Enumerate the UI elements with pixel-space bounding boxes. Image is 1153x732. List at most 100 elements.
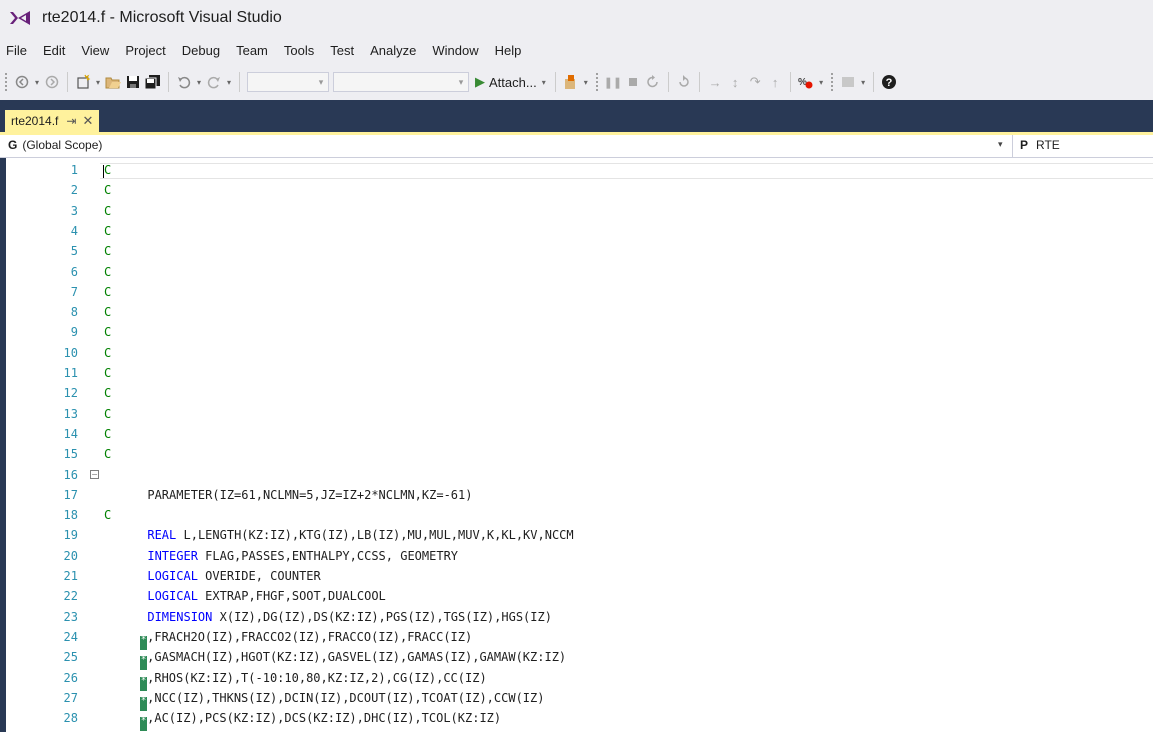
code-line[interactable]: 25 *,GASMACH(IZ),HGOT(KZ:IZ),GASVEL(IZ),… <box>0 648 1153 671</box>
toolbar-separator <box>668 72 670 92</box>
code-line[interactable]: 15 C <box>0 445 1153 465</box>
open-file-icon[interactable] <box>104 71 122 93</box>
line-code: C <box>104 163 111 177</box>
code-line[interactable]: 4C <box>0 222 1153 242</box>
code-line[interactable]: 17 PARAMETER(IZ=61,NCLMN=5,JZ=IZ+2*NCLMN… <box>0 486 1153 506</box>
code-line[interactable]: 1C <box>0 161 1153 181</box>
code-text: ,FRACH2O(IZ),FRACCO2(IZ),FRACCO(IZ),FRAC… <box>147 629 473 644</box>
menu-edit[interactable]: Edit <box>35 43 73 58</box>
collapse-region-icon[interactable]: − <box>90 469 99 479</box>
line-number: 15 <box>63 447 78 462</box>
menu-window[interactable]: Window <box>424 43 486 58</box>
menu-tools[interactable]: Tools <box>276 43 322 58</box>
new-project-icon[interactable] <box>74 71 92 93</box>
dropdown-arrow-icon[interactable]: ▾ <box>225 71 233 93</box>
code-line[interactable]: 21 LOGICAL OVERIDE, COUNTER <box>0 567 1153 587</box>
dropdown-arrow-icon[interactable]: ▾ <box>859 71 867 93</box>
line-code: *,FRACH2O(IZ),FRACCO2(IZ),FRACCO(IZ),FRA… <box>104 630 472 650</box>
find-in-files-icon[interactable] <box>562 71 580 93</box>
line-code: LOGICAL OVERIDE, COUNTER <box>104 569 320 583</box>
toolbar-grip[interactable] <box>4 72 8 92</box>
save-icon[interactable] <box>124 71 142 93</box>
keyword-text: DIMENSION <box>147 609 213 624</box>
help-icon[interactable]: ? <box>880 71 898 93</box>
dropdown-arrow-icon[interactable]: ▾ <box>94 71 102 93</box>
code-line[interactable]: 9C <box>0 323 1153 343</box>
menu-team[interactable]: Team <box>228 43 276 58</box>
pause-icon[interactable]: ❚❚ <box>604 71 622 93</box>
code-line[interactable]: 8C <box>0 303 1153 323</box>
code-line[interactable]: 27 *,NCC(IZ),THKNS(IZ),DCIN(IZ),DCOUT(IZ… <box>0 689 1153 711</box>
line-code: C <box>104 346 111 360</box>
code-line[interactable]: 13 C <box>0 405 1153 425</box>
code-line[interactable]: 24 *,FRACH2O(IZ),FRACCO2(IZ),FRACCO(IZ),… <box>0 628 1153 650</box>
navigation-bar: G (Global Scope) ▾ P RTE <box>0 135 1153 158</box>
attach-button[interactable]: ▶ Attach... ▾ <box>471 71 550 93</box>
code-line[interactable]: 26 *,RHOS(KZ:IZ),T(-10:10,80,KZ:IZ,2),CG… <box>0 669 1153 691</box>
code-editor[interactable]: 1 C 2 C 3 C 4 C 5 C 6 C 7 C 8 C 9 C 10 C 11 C 12 C 13 C 14 C 15 C 16−1… <box>0 158 1153 732</box>
step-into-icon[interactable]: → <box>706 71 724 93</box>
code-line[interactable]: 22 LOGICAL EXTRAP,FHGF,SOOT,DUALCOOL <box>0 587 1153 607</box>
save-all-icon[interactable] <box>144 71 162 93</box>
dropdown-arrow-icon[interactable]: ▾ <box>33 71 41 93</box>
code-line[interactable]: 18 C <box>0 506 1153 526</box>
undo-icon[interactable] <box>175 71 193 93</box>
menu-file[interactable]: File <box>0 43 35 58</box>
code-line[interactable]: 11 C <box>0 364 1153 384</box>
code-line[interactable]: 5C <box>0 242 1153 262</box>
toolbar-grip[interactable] <box>830 72 835 92</box>
code-line[interactable]: 23 DIMENSION X(IZ),DG(IZ),DS(KZ:IZ),PGS(… <box>0 608 1153 628</box>
comment-text: C <box>104 508 112 523</box>
line-number: 17 <box>63 487 78 502</box>
line-number: 21 <box>63 569 78 583</box>
toggle-breakpoint-icon[interactable]: % <box>797 71 815 93</box>
menu-project[interactable]: Project <box>117 43 173 58</box>
overflow-dropdown-icon[interactable]: ▾ <box>582 71 590 93</box>
menu-help[interactable]: Help <box>487 43 530 58</box>
scope-dropdown[interactable]: G (Global Scope) <box>8 138 102 152</box>
show-next-statement-icon[interactable] <box>675 71 693 93</box>
navigate-forward-icon[interactable] <box>43 71 61 93</box>
code-line[interactable]: 3C <box>0 202 1153 222</box>
menu-debug[interactable]: Debug <box>174 43 228 58</box>
solution-configuration-combo[interactable]: ▾ <box>247 72 329 92</box>
layout-icon[interactable] <box>839 71 857 93</box>
line-number: 2 <box>70 183 78 198</box>
step-over-icon[interactable]: ↕ <box>726 71 744 93</box>
code-line[interactable]: 14 C <box>0 425 1153 445</box>
step-up-icon[interactable]: ↑ <box>766 71 784 93</box>
solution-platform-combo[interactable]: ▾ <box>333 72 469 92</box>
code-line[interactable]: 16 − <box>0 466 1153 486</box>
code-line[interactable]: 7C <box>0 283 1153 303</box>
toolbar-grip[interactable] <box>594 72 599 92</box>
restart-icon[interactable] <box>644 71 662 93</box>
code-line[interactable]: 10 C <box>0 344 1153 364</box>
step-out-icon[interactable]: ↷ <box>746 71 764 93</box>
code-line[interactable]: 20 INTEGER FLAG,PASSES,ENTHALPY,CCSS, GE… <box>0 547 1153 567</box>
comment-text: C <box>104 426 112 441</box>
line-code: REAL L,LENGTH(KZ:IZ),KTG(IZ),LB(IZ),MU,M… <box>104 528 573 542</box>
close-icon[interactable]: ✕ <box>82 113 93 129</box>
code-line[interactable]: 28 *,AC(IZ),PCS(KZ:IZ),DCS(KZ:IZ),DHC(IZ… <box>0 709 1153 732</box>
tab-rte2014-f[interactable]: rte2014.f ⇥ ✕ <box>5 110 100 132</box>
stop-icon[interactable] <box>624 71 642 93</box>
code-line[interactable]: 19 REAL L,LENGTH(KZ:IZ),KTG(IZ),LB(IZ),M… <box>0 526 1153 546</box>
menu-analyze[interactable]: Analyze <box>362 43 424 58</box>
keyword-text: LOGICAL <box>147 589 198 604</box>
menu-view[interactable]: View <box>73 43 117 58</box>
code-line[interactable]: 2C <box>0 181 1153 201</box>
navigate-back-icon[interactable] <box>13 71 31 93</box>
member-dropdown[interactable]: P RTE <box>1020 138 1060 152</box>
code-line[interactable]: 6C <box>0 263 1153 283</box>
menu-test[interactable]: Test <box>322 43 362 58</box>
overflow-dropdown-icon[interactable]: ▾ <box>817 71 825 93</box>
chevron-down-icon[interactable]: ▾ <box>998 139 1003 150</box>
dropdown-arrow-icon[interactable]: ▾ <box>195 71 203 93</box>
code-line[interactable]: 12 C <box>0 384 1153 404</box>
title-bar: rte2014.f - Microsoft Visual Studio <box>0 0 1153 36</box>
line-code: PARAMETER(IZ=61,NCLMN=5,JZ=IZ+2*NCLMN,KZ… <box>104 488 472 502</box>
pin-icon[interactable]: ⇥ <box>66 114 76 128</box>
comment-text: C <box>104 223 112 238</box>
line-number: 14 <box>63 426 78 441</box>
redo-icon[interactable] <box>205 71 223 93</box>
